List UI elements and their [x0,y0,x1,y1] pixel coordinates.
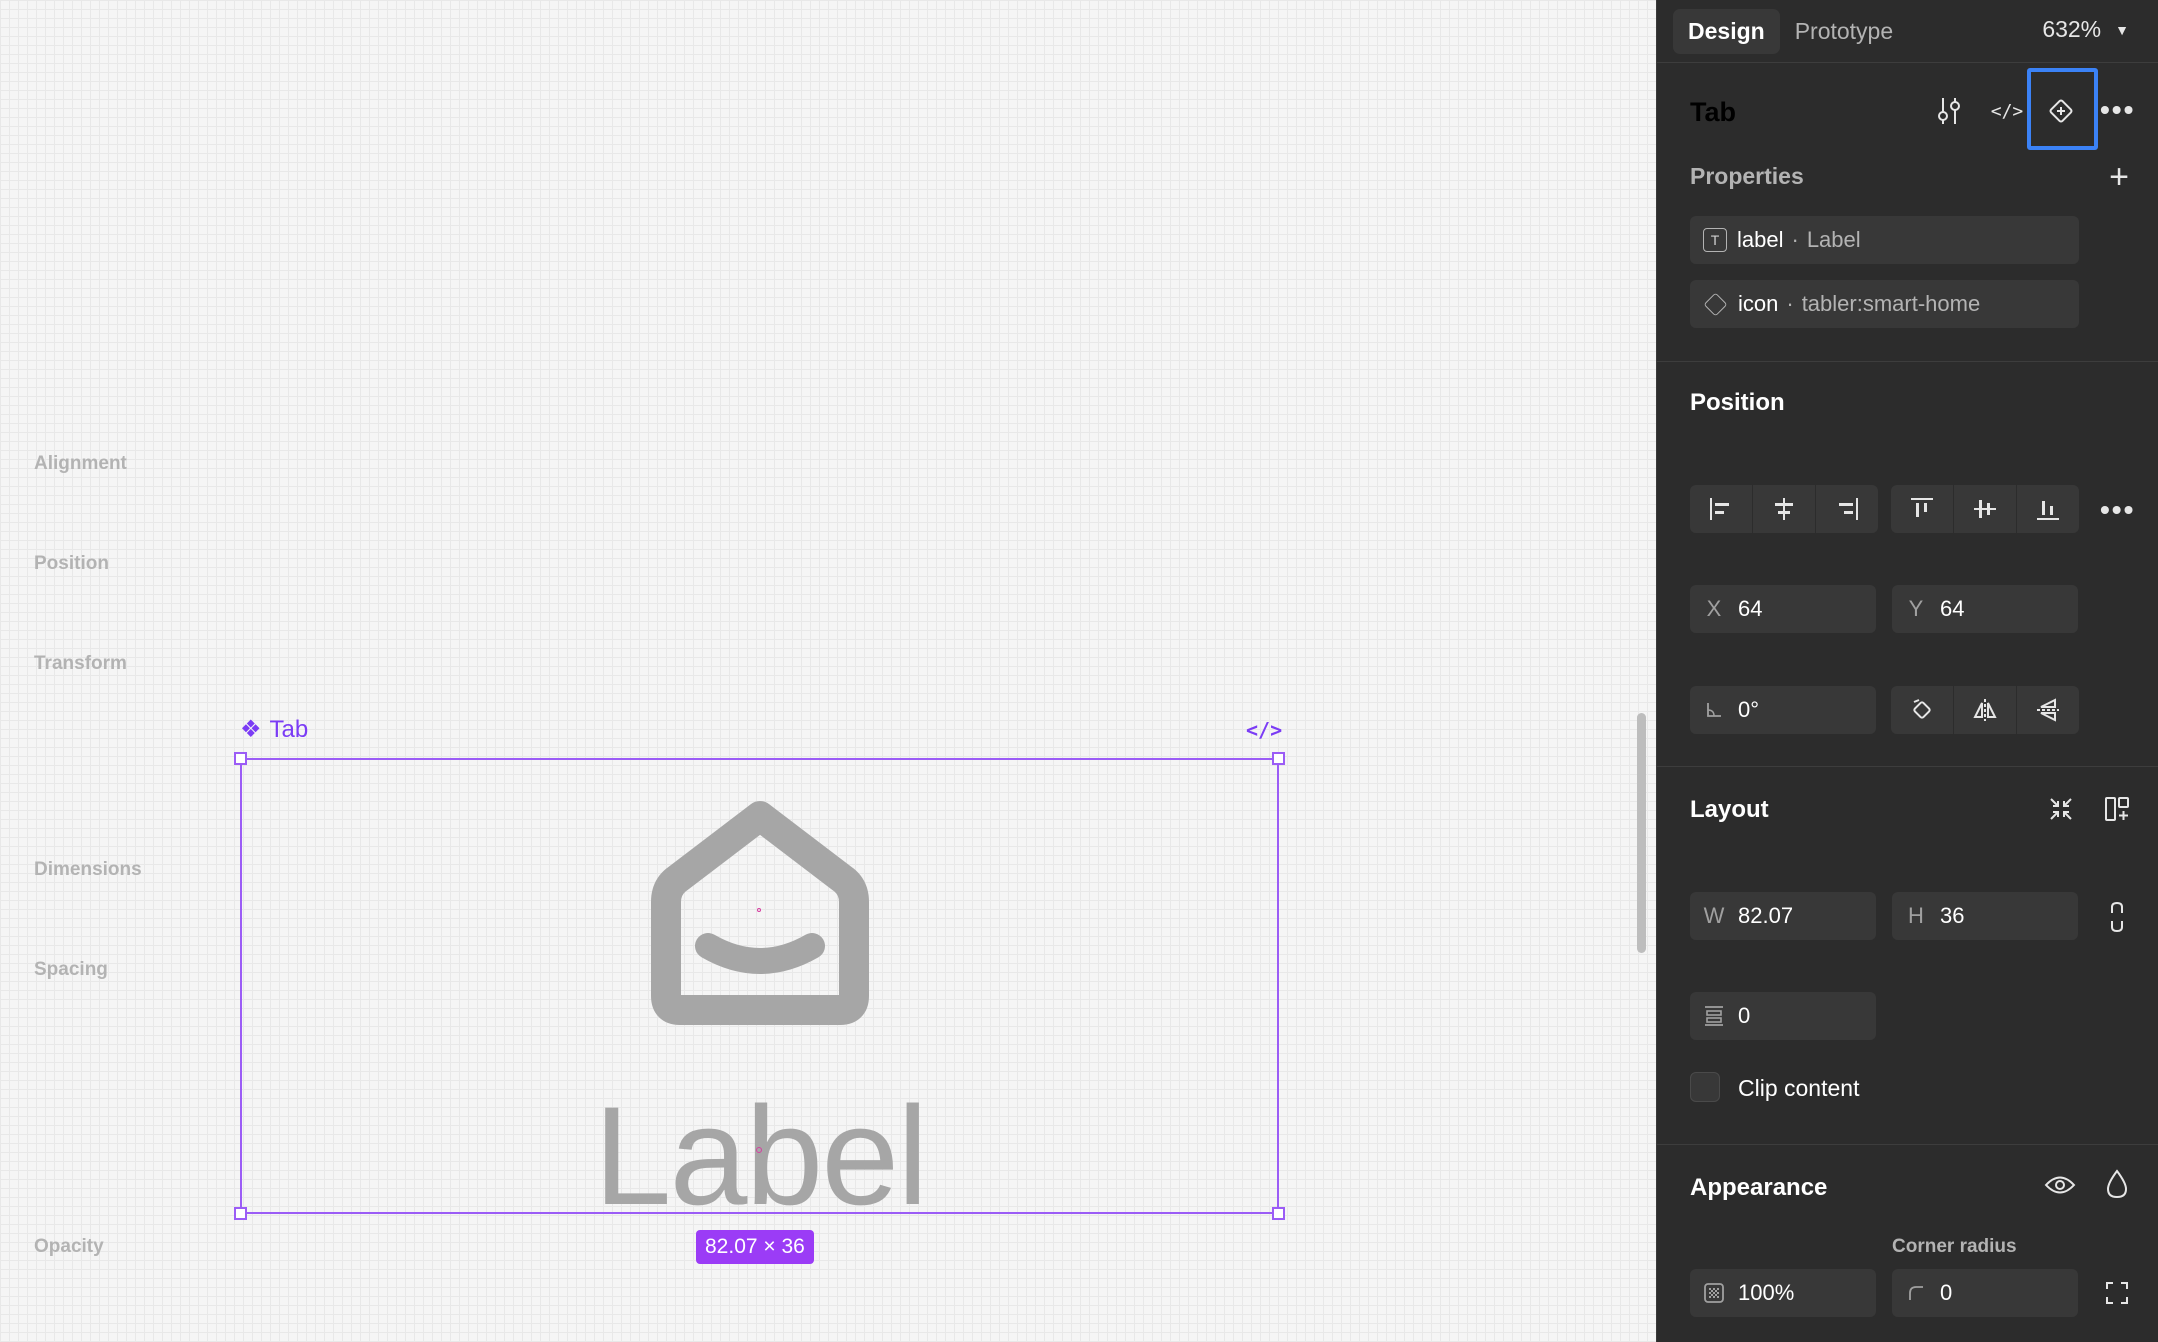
opacity-icon [1690,1282,1738,1304]
resize-handle-top-right[interactable] [1272,752,1285,765]
rotation-value: 0° [1738,697,1760,722]
vertical-alignment-group [1891,485,2079,533]
rotation-field[interactable]: 0° [1690,686,1876,734]
eye-icon[interactable] [2043,1170,2077,1200]
y-label: Y [1908,596,1924,621]
align-bottom-icon[interactable] [2017,485,2079,533]
spacing-value: 0 [1738,1003,1751,1028]
icon-center-point [757,908,761,912]
corner-radius-value: 0 [1940,1280,1953,1305]
smart-home-icon[interactable] [642,796,878,1028]
code-icon[interactable]: </> [1990,98,2024,124]
appearance-section-title: Appearance [1690,1174,1828,1201]
chevron-down-icon: ▼ [2115,21,2129,38]
instance-swap-icon [1703,291,1728,317]
align-top-icon[interactable] [1891,485,1954,533]
frame-name-label[interactable]: ❖ Tab [240,716,308,744]
position-section-title: Position [1690,389,1785,416]
height-value: 36 [1940,903,1965,928]
width-value: 82.07 [1738,903,1794,928]
tab-prototype[interactable]: Prototype [1780,9,1908,54]
angle-icon [1690,701,1738,719]
x-label: X [1706,596,1722,621]
align-vertical-center-icon[interactable] [1954,485,2017,533]
separator-dot: · [1791,227,1799,252]
tab-label-text[interactable]: Label [440,1086,1080,1226]
more-icon[interactable]: ••• [2100,94,2135,126]
zoom-dropdown[interactable]: 632% ▼ [2042,16,2129,43]
align-right-icon[interactable] [1816,485,1878,533]
opacity-field[interactable]: 100% [1690,1269,1876,1317]
clip-content-label: Clip content [1738,1075,1860,1101]
tab-design[interactable]: Design [1673,8,1780,54]
corner-radius-label: Corner radius [1892,1236,2017,1257]
resize-handle-bottom-right[interactable] [1272,1207,1285,1220]
add-property-icon[interactable]: + [2104,158,2134,196]
horizontal-alignment-group [1690,485,1878,533]
spacing-field[interactable]: 0 [1690,992,1876,1040]
property-value: Label [1806,227,1861,252]
zoom-value: 632% [2042,16,2102,42]
frame-name-text: Tab [269,716,309,743]
independent-corners-icon[interactable] [2104,1280,2130,1306]
position-label: Position [34,553,109,574]
constrain-proportions-icon[interactable] [2104,900,2130,934]
separator-dot: · [1786,291,1794,316]
x-field[interactable]: X 64 [1690,585,1876,633]
canvas-scrollbar[interactable] [1637,713,1646,953]
design-canvas[interactable]: ❖ Tab </> Label 82.07 × 36 [0,0,1656,1342]
corner-radius-icon [1892,1284,1940,1302]
rotate-icon[interactable] [1891,686,1954,734]
h-label: H [1908,903,1924,928]
y-field[interactable]: Y 64 [1892,585,2078,633]
width-field[interactable]: W 82.07 [1690,892,1876,940]
component-icon: ❖ [240,716,262,743]
properties-title: Properties [1690,163,1804,189]
property-name: label [1737,227,1784,252]
text-type-icon: T [1703,228,1727,252]
property-value: tabler:smart-home [1801,291,1981,316]
opacity-value: 100% [1738,1280,1795,1305]
property-icon[interactable]: icon · tabler:smart-home [1690,280,2079,328]
blend-mode-drop-icon[interactable] [2104,1168,2130,1200]
resize-handle-bottom-left[interactable] [234,1207,247,1220]
corner-radius-field[interactable]: 0 [1892,1269,2078,1317]
spacing-label: Spacing [34,959,108,980]
transform-label: Transform [34,653,127,674]
properties-panel: Design Prototype 632% ▼ [1656,0,2158,1342]
align-horizontal-center-icon[interactable] [1753,485,1816,533]
align-left-icon[interactable] [1690,485,1753,533]
text-center-point [756,1147,762,1153]
more-alignment-icon[interactable]: ••• [2100,494,2135,526]
size-badge: 82.07 × 36 [696,1230,814,1264]
property-name: icon [1738,291,1779,316]
divider [1656,766,2158,767]
dimensions-label: Dimensions [34,859,142,880]
divider [1656,1144,2158,1145]
collapse-icon[interactable] [2046,794,2076,824]
divider [1656,361,2158,362]
resize-handle-top-left[interactable] [234,752,247,765]
spacing-icon [1690,1005,1738,1027]
clip-content-checkbox[interactable] [1690,1072,1720,1102]
component-diamond-icon[interactable] [2046,96,2076,126]
flip-vertical-icon[interactable] [2017,686,2079,734]
code-icon[interactable]: </> [1246,718,1282,742]
layout-section-title: Layout [1690,796,1769,823]
w-label: W [1703,903,1725,928]
opacity-label: Opacity [34,1236,104,1257]
flip-horizontal-icon[interactable] [1954,686,2017,734]
alignment-label: Alignment [34,453,127,474]
settings-sliders-icon[interactable] [1934,96,1964,126]
component-title: Tab [1690,97,1736,127]
property-label[interactable]: T label · Label [1690,216,2079,264]
x-value: 64 [1738,596,1763,621]
height-field[interactable]: H 36 [1892,892,2078,940]
y-value: 64 [1940,596,1965,621]
transform-actions-group [1891,686,2079,734]
auto-layout-icon[interactable] [2102,794,2132,824]
panel-tabs: Design Prototype 632% ▼ [1657,0,2158,63]
